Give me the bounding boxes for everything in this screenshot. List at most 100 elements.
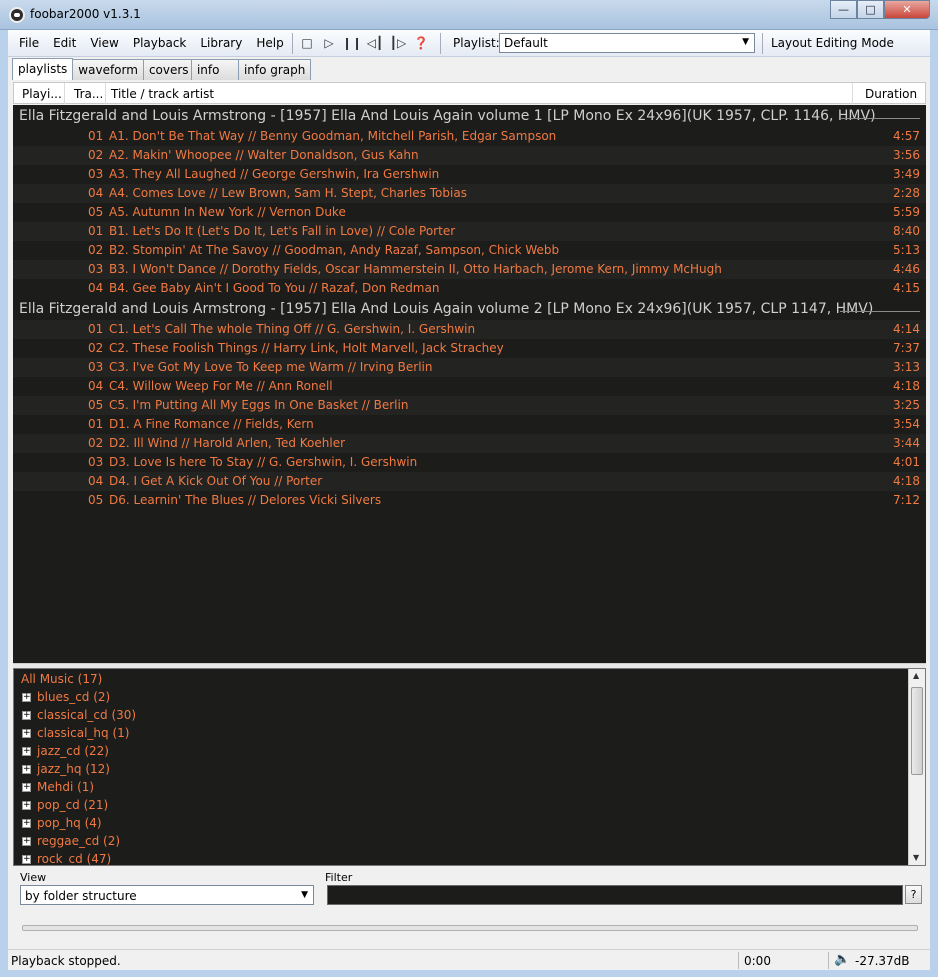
track-duration: 3:54 [893, 417, 920, 431]
close-button[interactable]: ✕ [884, 0, 930, 19]
playlist-track-row[interactable]: 03 C3. I've Got My Love To Keep me Warm /… [13, 358, 926, 377]
tree-folder-item[interactable]: + pop_hq (4) [22, 816, 102, 834]
menu-playback[interactable]: Playback [126, 36, 194, 50]
track-number: 03 [88, 360, 104, 374]
playlist-track-row[interactable]: 01 D1. A Fine Romance // Fields, Kern 3:54 [13, 415, 926, 434]
playlist-dropdown[interactable]: Default ▼ [499, 33, 755, 53]
playlist-group-header[interactable]: Ella Fitzgerald and Louis Armstrong - [1… [13, 298, 926, 320]
menu-file[interactable]: File [12, 36, 46, 50]
tree-root-all-music[interactable]: All Music (17) [21, 672, 102, 686]
filter-help-button[interactable]: ? [905, 885, 922, 904]
tree-folder-item[interactable]: + reggae_cd (2) [22, 834, 120, 852]
playlist-track-row[interactable]: 03 A3. They All Laughed // George Gershwi… [13, 165, 926, 184]
column-track[interactable]: Tra... [74, 87, 103, 101]
expand-icon[interactable]: + [22, 747, 31, 756]
filter-input[interactable] [327, 885, 903, 905]
expand-icon[interactable]: + [22, 819, 31, 828]
tree-folder-item[interactable]: + Mehdi (1) [22, 780, 94, 798]
expand-icon[interactable]: + [22, 801, 31, 810]
track-title: B4. Gee Baby Ain't I Good To You // Raza… [109, 281, 440, 295]
seek-bar[interactable] [22, 925, 918, 931]
playlist-view[interactable]: Ella Fitzgerald and Louis Armstrong - [1… [13, 105, 926, 663]
track-number: 05 [88, 205, 104, 219]
playlist-track-row[interactable]: 03 D3. Love Is here To Stay // G. Gershwi… [13, 453, 926, 472]
playlist-dropdown-value: Default [504, 36, 548, 50]
status-separator [738, 952, 739, 969]
expand-icon[interactable]: + [22, 729, 31, 738]
playlist-column-header: Playi... Tra... Title / track artist Dur… [13, 82, 926, 104]
track-number: 03 [88, 167, 104, 181]
playlist-track-row[interactable]: 04 A4. Comes Love // Lew Brown, Sam H. St… [13, 184, 926, 203]
tab-info-graph[interactable]: info graph [237, 59, 312, 80]
expand-icon[interactable]: + [22, 783, 31, 792]
menu-help[interactable]: Help [249, 36, 290, 50]
playlist-track-row[interactable]: 04 C4. Willow Weep For Me // Ann Ronell 4:… [13, 377, 926, 396]
track-duration: 3:13 [893, 360, 920, 374]
playlist-track-row[interactable]: 02 D2. Ill Wind // Harold Arlen, Ted Koeh… [13, 434, 926, 453]
tree-folder-item[interactable]: + rock_cd (47) [22, 852, 111, 865]
tab-info[interactable]: info [190, 59, 239, 80]
column-duration[interactable]: Duration [865, 87, 917, 101]
track-number: 01 [88, 224, 104, 238]
next-icon[interactable]: ┃▷ [389, 34, 407, 52]
playlist-track-row[interactable]: 02 B2. Stompin' At The Savoy // Goodman, … [13, 241, 926, 260]
track-duration: 5:13 [893, 243, 920, 257]
menu-library[interactable]: Library [193, 36, 249, 50]
tree-folder-item[interactable]: + jazz_hq (12) [22, 762, 110, 780]
tree-folder-item[interactable]: + blues_cd (2) [22, 690, 110, 708]
tab-waveform[interactable]: waveform [72, 59, 144, 80]
tree-folder-item[interactable]: + jazz_cd (22) [22, 744, 109, 762]
column-divider[interactable] [64, 83, 65, 104]
scroll-down-icon[interactable]: ▼ [913, 853, 919, 862]
volume-level: -27.37dB [855, 954, 910, 968]
track-number: 02 [88, 436, 104, 450]
scroll-up-icon[interactable]: ▲ [913, 671, 919, 680]
tab-playlists[interactable]: playlists [12, 58, 74, 80]
play-icon[interactable]: ▷ [320, 34, 338, 52]
window-controls: — □ ✕ [830, 0, 930, 19]
minimize-button[interactable]: — [830, 0, 857, 19]
playlist-track-row[interactable]: 04 D4. I Get A Kick Out Of You // Porter 4… [13, 472, 926, 491]
speaker-icon[interactable]: 🔈 [834, 952, 850, 967]
playlist-track-row[interactable]: 01 A1. Don't Be That Way // Benny Goodman… [13, 127, 926, 146]
column-divider[interactable] [852, 83, 853, 104]
tab-covers[interactable]: covers [142, 59, 192, 80]
tree-scrollbar[interactable]: ▲ ▼ [908, 669, 925, 865]
playlist-track-row[interactable]: 04 B4. Gee Baby Ain't I Good To You // Ra… [13, 279, 926, 298]
column-divider[interactable] [105, 83, 106, 104]
playlist-track-row[interactable]: 01 B1. Let's Do It (Let's Do It, Let's Fa… [13, 222, 926, 241]
playlist-track-row[interactable]: 01 C1. Let's Call The whole Thing Off // … [13, 320, 926, 339]
menu-edit[interactable]: Edit [46, 36, 83, 50]
column-title[interactable]: Title / track artist [111, 87, 214, 101]
expand-icon[interactable]: + [22, 837, 31, 846]
tree-folder-item[interactable]: + classical_hq (1) [22, 726, 129, 744]
playlist-track-row[interactable]: 05 A5. Autumn In New York // Vernon Duke 5… [13, 203, 926, 222]
tree-folder-item[interactable]: + classical_cd (30) [22, 708, 136, 726]
playlist-track-row[interactable]: 05 C5. I'm Putting All My Eggs In One Bas… [13, 396, 926, 415]
playlist-group-header[interactable]: Ella Fitzgerald and Louis Armstrong - [1… [13, 105, 926, 127]
layout-editing-mode-button[interactable]: Layout Editing Mode [771, 36, 894, 50]
expand-icon[interactable]: + [22, 765, 31, 774]
column-playing[interactable]: Playi... [22, 87, 62, 101]
track-title: D6. Learnin' The Blues // Delores Vicki … [109, 493, 382, 507]
playlist-track-row[interactable]: 02 A2. Makin' Whoopee // Walter Donaldson… [13, 146, 926, 165]
library-tree[interactable]: All Music (17) ▲ ▼ + blues_cd (2) + classic… [13, 668, 926, 866]
pause-icon[interactable]: ❙❙ [342, 34, 362, 52]
expand-icon[interactable]: + [22, 693, 31, 702]
playlist-track-row[interactable]: 03 B3. I Won't Dance // Dorothy Fields, O… [13, 260, 926, 279]
expand-icon[interactable]: + [22, 711, 31, 720]
previous-icon[interactable]: ◁┃ [366, 34, 384, 52]
random-icon[interactable]: ❓ [412, 34, 430, 52]
maximize-button[interactable]: □ [857, 0, 884, 19]
stop-icon[interactable]: □ [298, 34, 316, 52]
playlist-track-row[interactable]: 02 C2. These Foolish Things // Harry Link… [13, 339, 926, 358]
main-window: File Edit View Playback Library Help □ ▷… [8, 30, 930, 970]
scrollbar-thumb[interactable] [911, 687, 923, 775]
view-dropdown[interactable]: by folder structure ▼ [20, 885, 314, 905]
playlist-track-row[interactable]: 05 D6. Learnin' The Blues // Delores Vick… [13, 491, 926, 510]
menu-view[interactable]: View [83, 36, 125, 50]
expand-icon[interactable]: + [22, 855, 31, 864]
tree-folder-item[interactable]: + pop_cd (21) [22, 798, 108, 816]
track-duration: 8:40 [893, 224, 920, 238]
track-title: D3. Love Is here To Stay // G. Gershwin,… [109, 455, 418, 469]
